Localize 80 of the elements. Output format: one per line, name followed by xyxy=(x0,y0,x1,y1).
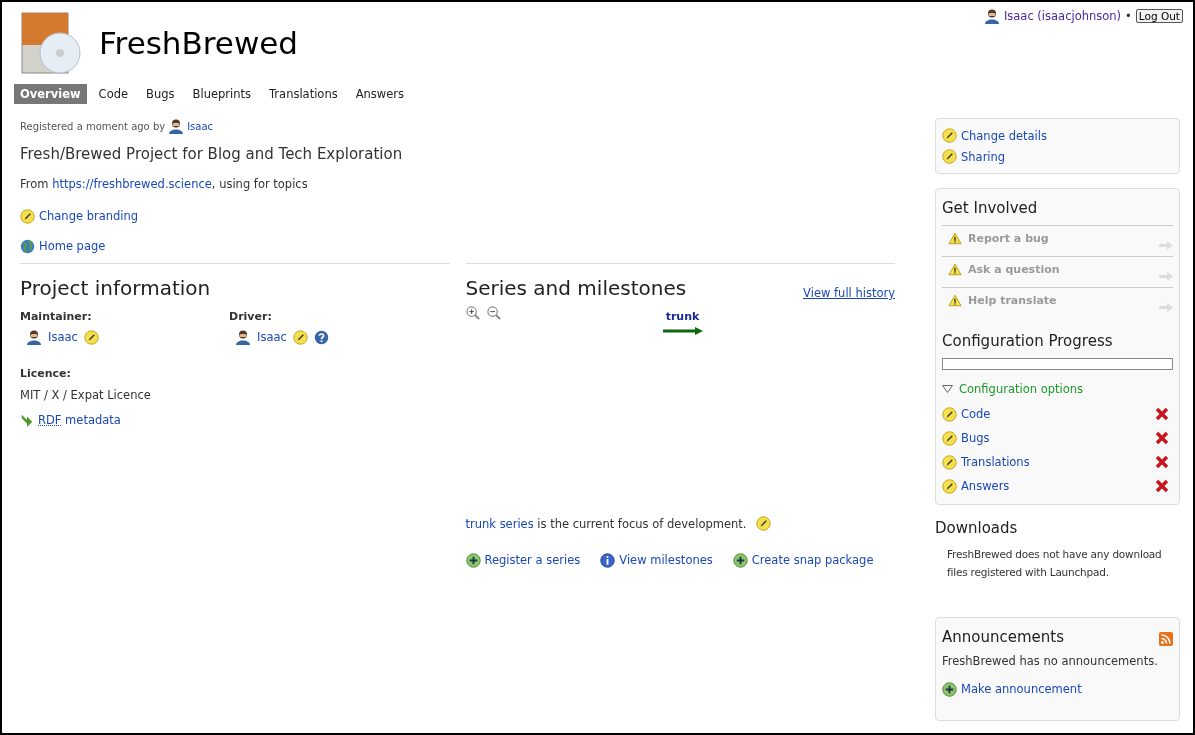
action-link[interactable]: Home page xyxy=(39,239,106,253)
section-heading: Series and milestones xyxy=(465,276,687,300)
info-icon[interactable] xyxy=(600,552,616,568)
person-icon xyxy=(26,329,42,345)
section-heading: Project information xyxy=(20,276,212,300)
downloads-text: FreshBrewed does not have any download files registered with Launchpad. xyxy=(947,547,1163,580)
section-heading: Downloads xyxy=(935,519,1019,537)
user-link[interactable]: Isaac xyxy=(257,330,287,344)
action-link[interactable]: View milestones xyxy=(619,553,713,567)
action-link[interactable]: Sharing xyxy=(961,149,1006,164)
user-link[interactable]: Isaac xyxy=(48,330,78,344)
action-link[interactable]: Create snap package xyxy=(751,553,874,567)
series-label[interactable]: trunk xyxy=(665,310,700,323)
focus-text: trunk series is the current focus of development. xyxy=(465,516,747,531)
warning-icon xyxy=(948,232,962,245)
down-arrow-icon xyxy=(20,413,34,427)
panel-heading: Configuration Progress xyxy=(942,332,1114,350)
pencil-icon[interactable] xyxy=(20,208,35,224)
rss-feed-icon[interactable] xyxy=(1159,632,1173,646)
pencil-icon[interactable] xyxy=(756,516,772,531)
pencil-icon[interactable] xyxy=(942,430,957,446)
right-arrow-icon xyxy=(1159,303,1173,312)
warning-icon xyxy=(948,294,962,307)
separator-dot: • xyxy=(1125,9,1132,23)
series-link[interactable]: trunk series xyxy=(465,516,534,531)
person-icon xyxy=(235,329,251,345)
panel-heading: Get Involved xyxy=(942,199,1039,217)
project-logo xyxy=(20,11,84,75)
nav-tab[interactable]: Translations xyxy=(263,84,344,104)
pencil-icon[interactable] xyxy=(942,454,957,470)
add-icon[interactable] xyxy=(942,681,957,697)
rdf-metadata-link[interactable]: RDF metadata xyxy=(38,413,121,427)
configuration-link[interactable]: Translations xyxy=(961,455,1030,469)
registered-text: Registered a moment ago by xyxy=(20,120,166,132)
zoom-in-icon[interactable] xyxy=(465,306,481,321)
add-icon[interactable] xyxy=(465,552,481,568)
action-link[interactable]: Change details xyxy=(961,128,1047,143)
triangle-icon[interactable] xyxy=(942,385,953,393)
configuration-link[interactable]: Answers xyxy=(961,479,1010,493)
right-arrow-icon xyxy=(1159,272,1173,281)
field-label: Maintainer: xyxy=(20,310,93,323)
add-icon[interactable] xyxy=(732,552,748,568)
configuration-link[interactable]: Code xyxy=(961,407,991,421)
user-link[interactable]: Isaac xyxy=(187,120,214,132)
nav-tab[interactable]: Overview xyxy=(14,84,87,104)
announcements-text: FreshBrewed has no announcements. xyxy=(942,654,1159,668)
panel-heading: Announcements xyxy=(942,628,1064,646)
globe-icon xyxy=(20,238,35,254)
project-description: From https://freshbrewed.science, using for topics xyxy=(20,177,309,191)
nav-tab[interactable]: Bugs xyxy=(140,84,181,104)
nav-tab[interactable]: Code xyxy=(92,84,135,104)
help-icon[interactable] xyxy=(313,329,329,345)
make-announcement-link[interactable]: Make announcement xyxy=(961,682,1082,696)
field-label: Driver: xyxy=(229,310,273,323)
timeline-arrow xyxy=(662,327,703,335)
action-link[interactable]: Change branding xyxy=(39,209,139,223)
person-icon xyxy=(983,8,1000,24)
log-out-button[interactable]: Log Out xyxy=(1135,9,1183,23)
pencil-icon[interactable] xyxy=(942,478,957,494)
nav-tab[interactable]: Answers xyxy=(349,84,411,104)
project-summary: Fresh/Brewed Project for Blog and Tech Exploration xyxy=(20,145,404,163)
configuration-link[interactable]: Bugs xyxy=(961,431,990,445)
pencil-icon[interactable] xyxy=(83,329,99,345)
zoom-out-icon[interactable] xyxy=(486,306,502,321)
pencil-icon[interactable] xyxy=(942,406,957,422)
website-link[interactable]: https://freshbrewed.science xyxy=(52,177,212,191)
field-label: Licence: xyxy=(20,367,72,380)
configuration-options-toggle[interactable]: Configuration options xyxy=(942,382,1083,396)
pencil-icon[interactable] xyxy=(292,329,308,345)
user-link[interactable]: Isaac (isaacjohnson) xyxy=(1003,9,1122,23)
view-full-history-link[interactable]: View full history xyxy=(803,286,895,300)
project-title: FreshBrewed xyxy=(99,25,299,61)
pencil-icon[interactable] xyxy=(942,149,957,164)
pencil-icon[interactable] xyxy=(942,128,957,143)
person-icon xyxy=(168,118,185,134)
action-link[interactable]: Register a series xyxy=(484,553,581,567)
licence-value: MIT / X / Expat Licence xyxy=(20,388,152,402)
nav-tab[interactable]: Blueprints xyxy=(186,84,257,104)
warning-icon xyxy=(948,263,962,276)
right-arrow-icon xyxy=(1159,241,1173,250)
